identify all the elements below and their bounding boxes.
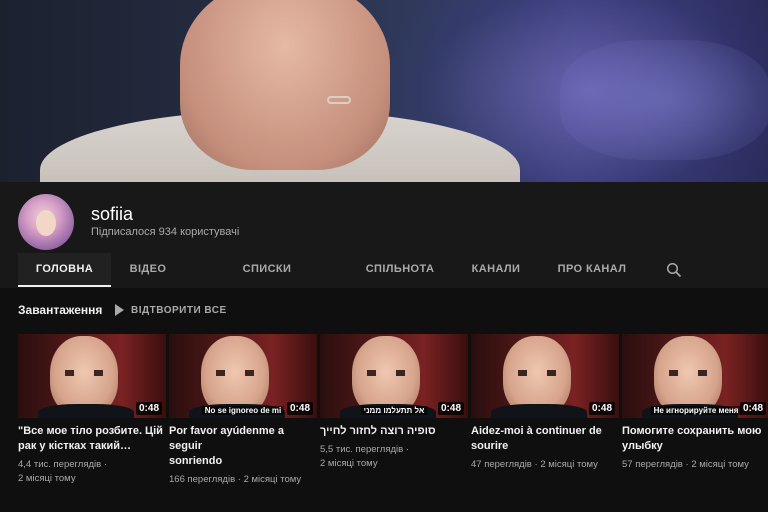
video-views: 57 переглядів bbox=[622, 459, 683, 470]
tab-home[interactable]: ГОЛОВНА bbox=[18, 253, 111, 287]
tab-channels[interactable]: КАНАЛИ bbox=[463, 253, 529, 287]
shelf-title: Завантаження bbox=[18, 303, 103, 317]
tab-about[interactable]: ПРО КАНАЛ bbox=[553, 253, 631, 287]
video-thumbnail[interactable]: Не игнорируйте меня 0:48 bbox=[622, 334, 768, 418]
video-thumbnail[interactable]: No se ignoreo de mi 0:48 bbox=[169, 334, 317, 418]
thumbnail-shirt bbox=[38, 404, 134, 418]
video-thumbnail[interactable]: אל תתעלמו ממני 0:48 bbox=[320, 334, 468, 418]
meta-separator: · bbox=[237, 474, 241, 485]
thumbnail-eyes bbox=[669, 370, 707, 376]
video-duration: 0:48 bbox=[286, 402, 313, 415]
video-title-line: sourire bbox=[471, 440, 509, 452]
thumbnail-subtitle: Не игнорируйте меня bbox=[650, 406, 742, 415]
video-title-line: улыбку bbox=[622, 440, 663, 452]
tab-community[interactable]: СПІЛЬНОТА bbox=[360, 253, 440, 287]
thumbnail-eyes bbox=[65, 370, 103, 376]
video-duration: 0:48 bbox=[135, 402, 162, 415]
meta-separator: · bbox=[405, 444, 409, 455]
video-title-line: рак у кістках такий… bbox=[18, 440, 131, 452]
video-title[interactable]: Por favor ayúdenme a seguir sonriendo bbox=[169, 424, 317, 469]
video-age: 2 місяці тому bbox=[243, 474, 302, 485]
video-views: 166 переглядів bbox=[169, 474, 236, 485]
video-views: 5,5 тис. переглядів bbox=[320, 444, 404, 455]
video-age: 2 місяці тому bbox=[18, 473, 76, 484]
video-card[interactable]: 0:48 Aidez-moi à continuer de sourire 47… bbox=[471, 334, 619, 472]
video-views: 47 переглядів bbox=[471, 459, 532, 470]
video-title-line: sonriendo bbox=[169, 455, 223, 467]
thumbnail-subtitle: אל תתעלמו ממני bbox=[360, 406, 428, 415]
video-title[interactable]: סופיה רוצה לחזור לחייך bbox=[320, 424, 468, 439]
video-thumbnail[interactable]: 0:48 bbox=[471, 334, 619, 418]
video-age: 2 місяці тому bbox=[320, 458, 378, 469]
meta-separator: · bbox=[685, 459, 689, 470]
video-title[interactable]: "Все мое тіло розбите. Цій рак у кістках… bbox=[18, 424, 166, 454]
channel-avatar[interactable] bbox=[18, 194, 74, 250]
video-title[interactable]: Aidez-moi à continuer de sourire bbox=[471, 424, 619, 454]
thumbnail-eyes bbox=[518, 370, 556, 376]
video-card[interactable]: אל תתעלמו ממני 0:48 סופיה רוצה לחזור לחי… bbox=[320, 334, 468, 471]
video-duration: 0:48 bbox=[739, 402, 766, 415]
play-all-button[interactable]: ВІДТВОРИТИ ВСЕ bbox=[114, 301, 227, 319]
banner-ring bbox=[327, 96, 351, 104]
video-card[interactable]: 0:48 "Все мое тіло розбите. Цій рак у кі… bbox=[18, 334, 166, 486]
play-icon bbox=[115, 304, 124, 316]
channel-banner bbox=[0, 0, 768, 182]
video-thumbnail[interactable]: 0:48 bbox=[18, 334, 166, 418]
subscriber-count: Підписалося 934 користувачі bbox=[91, 226, 240, 238]
video-meta: 5,5 тис. переглядів · 2 місяці тому bbox=[320, 443, 468, 471]
play-all-label: ВІДТВОРИТИ ВСЕ bbox=[131, 304, 227, 316]
video-title-line: Aidez-moi à continuer de bbox=[471, 425, 602, 437]
video-duration: 0:48 bbox=[588, 402, 615, 415]
video-meta: 57 переглядів · 2 місяці тому bbox=[622, 458, 768, 472]
thumbnail-shirt bbox=[491, 404, 587, 418]
channel-name: sofiia bbox=[91, 204, 134, 224]
thumbnail-subtitle: No se ignoreo de mi bbox=[201, 406, 285, 415]
tab-videos[interactable]: ВІДЕО bbox=[118, 253, 178, 287]
video-meta: 166 переглядів · 2 місяці тому bbox=[169, 473, 317, 487]
thumbnail-eyes bbox=[216, 370, 254, 376]
video-title-line: "Все мое тіло розбите. Цій bbox=[18, 425, 163, 437]
thumbnail-eyes bbox=[367, 370, 405, 376]
video-card[interactable]: Не игнорируйте меня 0:48 Помогите сохран… bbox=[622, 334, 768, 472]
video-card[interactable]: No se ignoreo de mi 0:48 Por favor ayúde… bbox=[169, 334, 317, 487]
search-icon[interactable] bbox=[666, 262, 682, 278]
meta-separator: · bbox=[103, 459, 107, 470]
video-title[interactable]: Помогите сохранить мою улыбку bbox=[622, 424, 768, 454]
banner-hands bbox=[180, 0, 390, 170]
video-duration: 0:48 bbox=[437, 402, 464, 415]
tab-playlists[interactable]: СПИСКИ ВІДТВОРЕННЯ bbox=[200, 253, 334, 307]
video-age: 2 місяці тому bbox=[540, 459, 598, 470]
channel-tabs: ГОЛОВНА ВІДЕО СПИСКИ ВІДТВОРЕННЯ СПІЛЬНО… bbox=[0, 253, 768, 307]
banner-pillow bbox=[560, 40, 768, 160]
video-title-line: Por favor ayúdenme a seguir bbox=[169, 425, 284, 452]
video-meta: 47 переглядів · 2 місяці тому bbox=[471, 458, 619, 472]
video-meta: 4,4 тис. переглядів · 2 місяці тому bbox=[18, 458, 166, 486]
video-title-line: Помогите сохранить мою bbox=[622, 425, 762, 437]
video-age: 2 місяці тому bbox=[691, 459, 749, 470]
video-views: 4,4 тис. переглядів bbox=[18, 459, 102, 470]
video-title-line: סופיה רוצה לחזור לחייך bbox=[320, 425, 436, 437]
meta-separator: · bbox=[534, 459, 538, 470]
avatar-face bbox=[36, 210, 56, 236]
